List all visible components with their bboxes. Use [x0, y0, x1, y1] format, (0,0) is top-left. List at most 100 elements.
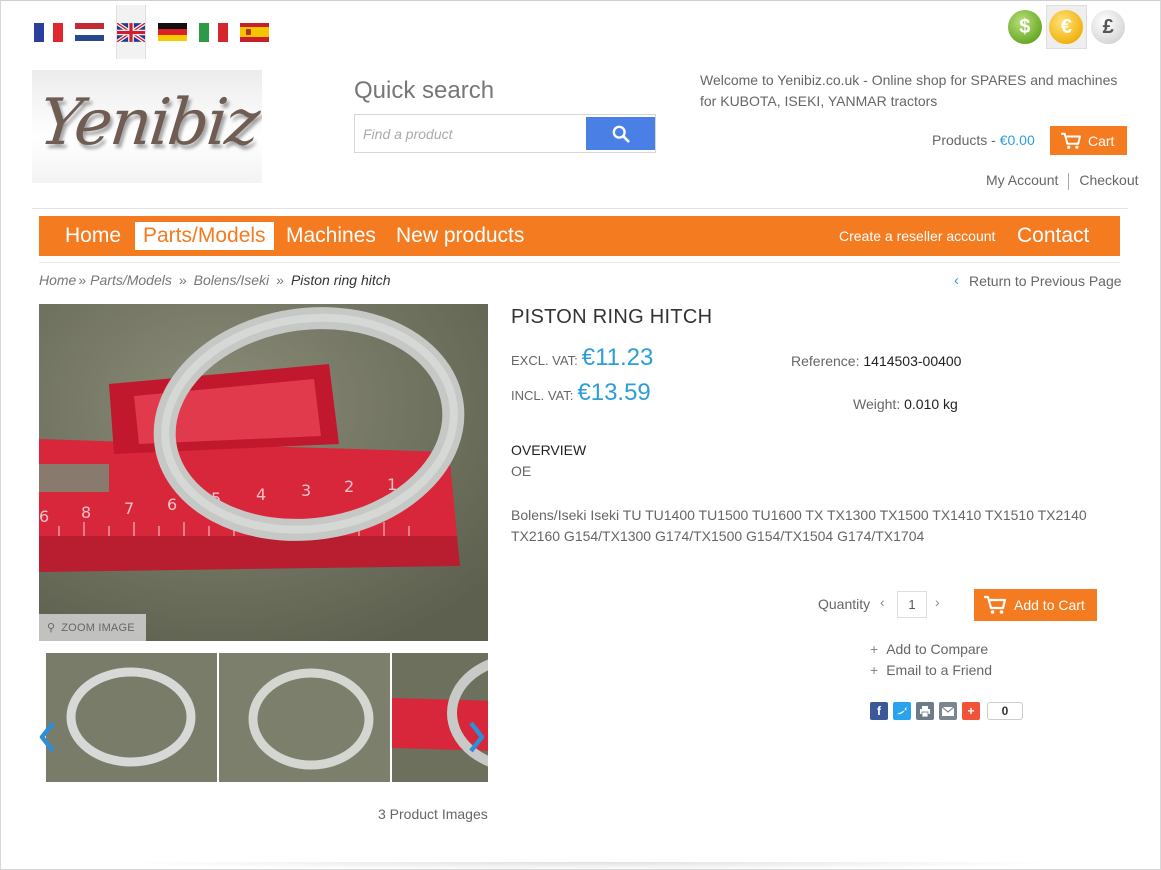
plus-icon: +	[870, 662, 879, 678]
nav-parts-models[interactable]: Parts/Models	[135, 222, 274, 250]
svg-text:7: 7	[124, 499, 134, 518]
search-box	[354, 114, 656, 153]
breadcrumb-bolens-iseki[interactable]: Bolens/Iseki	[194, 272, 269, 288]
svg-text:4: 4	[256, 485, 266, 504]
svg-text:6: 6	[167, 495, 177, 514]
search-input[interactable]	[355, 115, 585, 152]
nav-new-products[interactable]: New products	[388, 222, 532, 250]
breadcrumb-separator: »	[276, 272, 284, 288]
footer-shadow	[110, 862, 1070, 870]
dollar-icon: $	[1007, 10, 1042, 44]
plus-icon: +	[870, 641, 879, 657]
search-icon	[612, 125, 630, 143]
quick-search-title: Quick search	[354, 77, 495, 104]
add-to-compare-label: Add to Compare	[886, 641, 989, 657]
main-nav: Home Parts/Models Machines New products …	[39, 216, 1120, 256]
quantity-label: Quantity	[818, 596, 871, 612]
cart-button[interactable]: Cart	[1050, 126, 1127, 155]
language-selector	[28, 5, 275, 59]
currency-pound[interactable]: £	[1087, 5, 1129, 49]
thumbnail-3[interactable]	[392, 653, 488, 782]
svg-text:2: 2	[344, 477, 354, 496]
quantity-increase[interactable]: ›	[935, 594, 940, 610]
account-links: My Account Checkout	[976, 172, 1149, 190]
email-icon[interactable]	[939, 702, 957, 720]
weight-label: Weight:	[853, 396, 901, 412]
cart-amount: €0.00	[999, 132, 1035, 148]
nav-contact[interactable]: Contact	[1017, 222, 1089, 250]
currency-dollar[interactable]: $	[1004, 5, 1046, 49]
breadcrumb: Home » Parts/Models » Bolens/Iseki » Pis…	[39, 272, 391, 288]
add-to-cart-label: Add to Cart	[1014, 597, 1085, 613]
thumbnail-2[interactable]	[219, 653, 390, 782]
breadcrumb-separator: »	[178, 272, 187, 288]
incl-vat-label: INCL. VAT:	[511, 388, 574, 403]
nav-home[interactable]: Home	[57, 222, 129, 250]
french-flag[interactable]	[34, 22, 63, 42]
thumbnail-prev-button[interactable]	[38, 720, 56, 754]
spanish-flag[interactable]	[240, 22, 269, 42]
search-button[interactable]	[586, 117, 655, 150]
product-image-count: 3 Product Images	[378, 806, 488, 822]
breadcrumb-home[interactable]: Home	[39, 272, 76, 288]
breadcrumb-parts-models[interactable]: Parts/Models	[90, 272, 172, 288]
german-flag[interactable]	[158, 22, 187, 42]
product-description: Bolens/Iseki Iseki TU TU1400 TU1500 TU16…	[511, 507, 1087, 544]
quantity-input[interactable]	[897, 591, 927, 618]
thumbnail-strip	[46, 653, 488, 782]
cart-label: Cart	[1088, 132, 1115, 149]
cart-summary: Products - €0.00	[932, 132, 1035, 148]
facebook-icon[interactable]: f	[870, 702, 888, 720]
return-label: Return to Previous Page	[969, 272, 1122, 289]
dutch-flag[interactable]	[75, 22, 104, 42]
product-title: PISTON RING HITCH	[511, 306, 713, 328]
breadcrumb-separator: »	[78, 272, 87, 288]
site-logo[interactable]: Yenibiz	[32, 70, 262, 183]
product-weight: Weight: 0.010 kg	[853, 396, 958, 412]
breadcrumb-current: Piston ring hitch	[290, 272, 391, 288]
print-icon[interactable]	[916, 702, 934, 720]
chevron-left-icon	[39, 721, 55, 753]
quantity-decrease[interactable]: ‹	[880, 594, 885, 610]
euro-icon: €	[1049, 10, 1084, 44]
svg-text:3: 3	[301, 481, 311, 500]
nav-reseller-account[interactable]: Create a reseller account	[839, 222, 995, 250]
cart-icon	[1061, 132, 1081, 149]
reference-value: 1414503-00400	[863, 353, 962, 369]
checkout-link[interactable]: Checkout	[1069, 172, 1148, 190]
thumbnail-next-button[interactable]	[468, 720, 486, 754]
reference-label: Reference:	[791, 353, 860, 369]
return-previous-link[interactable]: ‹ Return to Previous Page	[954, 272, 1122, 289]
my-account-link[interactable]: My Account	[976, 172, 1068, 190]
zoom-image-button[interactable]: ⚲ ZOOM IMAGE	[39, 614, 146, 641]
product-reference: Reference: 1414503-00400	[791, 353, 961, 369]
product-main-image[interactable]: 6 8 7 6 5 4 3 2 1 ⚲ ZOOM IMAGE	[39, 304, 488, 641]
price-incl-vat: INCL. VAT: €13.59	[511, 379, 651, 407]
svg-text:8: 8	[81, 503, 91, 522]
chevron-right-icon	[469, 721, 485, 753]
share-count: 0	[987, 702, 1023, 720]
thumbnail-1[interactable]	[46, 653, 217, 782]
uk-flag[interactable]	[116, 5, 146, 59]
svg-text:6: 6	[39, 507, 49, 526]
weight-value: 0.010 kg	[904, 396, 958, 412]
add-to-compare-link[interactable]: + Add to Compare	[870, 641, 988, 657]
nav-divider	[39, 262, 1120, 263]
email-friend-link[interactable]: + Email to a Friend	[870, 662, 992, 678]
magnifier-icon: ⚲	[47, 622, 56, 634]
currency-euro[interactable]: €	[1045, 5, 1088, 49]
overview-heading: OVERVIEW	[511, 442, 587, 458]
price-excl-vat: EXCL. VAT: €11.23	[511, 344, 653, 372]
product-photo: 6 8 7 6 5 4 3 2 1	[39, 304, 488, 641]
overview-short: OE	[511, 463, 532, 479]
add-share-icon[interactable]: +	[962, 702, 980, 720]
italian-flag[interactable]	[199, 22, 228, 42]
twitter-icon[interactable]	[893, 702, 911, 720]
incl-vat-price: €13.59	[577, 379, 651, 406]
nav-machines[interactable]: Machines	[278, 222, 384, 250]
excl-vat-price: €11.23	[581, 344, 654, 371]
add-to-cart-button[interactable]: Add to Cart	[974, 589, 1097, 621]
currency-selector: $ € £	[1004, 5, 1129, 49]
excl-vat-label: EXCL. VAT:	[511, 353, 578, 368]
cart-icon	[984, 595, 1007, 614]
